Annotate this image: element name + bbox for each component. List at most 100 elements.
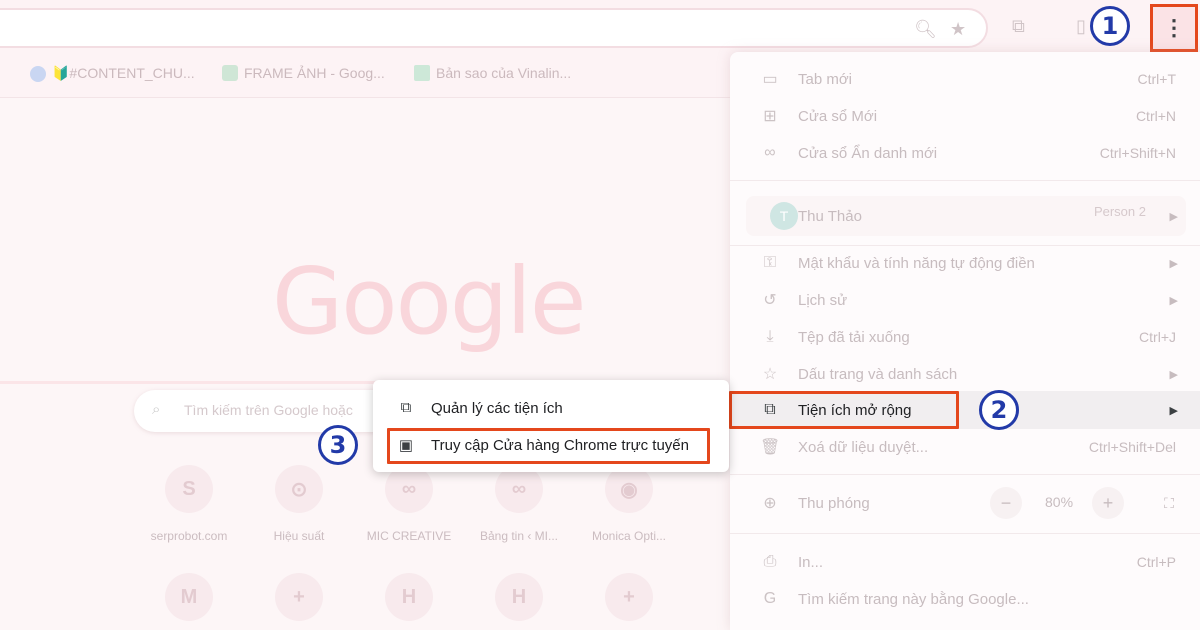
menu-shortcut: Ctrl+J xyxy=(1139,329,1176,345)
menu-item-new-window[interactable]: ⊞ Cửa sổ Mới Ctrl+N xyxy=(730,98,1200,134)
menu-item-zoom: ⊕ Thu phóng − 80% + ⛶ xyxy=(730,485,1200,521)
menu-item-downloads[interactable]: ⤓ Tệp đã tải xuống Ctrl+J xyxy=(730,319,1200,355)
menu-label: Lịch sử xyxy=(798,291,848,309)
shortcut-tile[interactable]: H xyxy=(469,573,569,621)
shortcut-tile[interactable]: ⊙ Hiệu suất xyxy=(249,465,349,543)
bookmark-item[interactable]: Bản sao của Vinalin... xyxy=(414,65,571,81)
bookmark-item[interactable]: FRAME ẢNH - Goog... xyxy=(222,65,385,81)
menu-separator xyxy=(730,533,1200,534)
chrome-menu-button[interactable]: ⋮ xyxy=(1150,4,1198,52)
menu-label: Tab mới xyxy=(798,70,853,88)
step-callout-3: 3 xyxy=(318,425,358,465)
plus-icon: + xyxy=(605,573,653,621)
chevron-right-icon: ▶ xyxy=(1169,257,1178,270)
menu-item-search-page[interactable]: G Tìm kiếm trang này bằng Google... xyxy=(730,581,1200,617)
shortcut-tile[interactable]: ◉ Monica Opti... xyxy=(579,465,679,543)
trash-icon: 🗑︎ xyxy=(760,439,781,456)
shortcut-tile[interactable]: + xyxy=(249,573,349,621)
search-placeholder: Tìm kiếm trên Google hoặc xyxy=(184,402,353,418)
chevron-right-icon: ▶ xyxy=(1169,294,1178,307)
shortcut-tile[interactable]: Sserprobot.com xyxy=(139,465,239,543)
menu-shortcut: Ctrl+T xyxy=(1137,71,1177,87)
zoom-icon: ⊕ xyxy=(763,495,777,512)
bookmark-item[interactable]: 🔰#CONTENT_CHU... xyxy=(30,65,195,82)
menu-shortcut: Ctrl+Shift+Del xyxy=(1088,439,1176,455)
avatar: T xyxy=(770,202,798,230)
menu-item-new-tab[interactable]: ▭ Tab mới Ctrl+T xyxy=(730,61,1200,97)
chevron-right-icon: ▶ xyxy=(1169,210,1178,223)
google-icon: G xyxy=(763,590,777,607)
star-icon: ☆ xyxy=(762,366,778,383)
shortcut-icon: H xyxy=(385,573,433,621)
zoom-icon[interactable]: 🔍︎ xyxy=(914,20,937,38)
menu-item-clear-data[interactable]: 🗑︎ Xoá dữ liệu duyệt... Ctrl+Shift+Del xyxy=(730,429,1200,465)
browser-toolbar: 🔍︎ ★ ⧉ ▯ xyxy=(0,0,1200,56)
address-bar[interactable]: 🔍︎ ★ xyxy=(0,8,988,48)
gmail-icon: M xyxy=(165,573,213,621)
menu-item-passwords[interactable]: ⚿ Mật khẩu và tính năng tự động điền ▶ xyxy=(730,245,1200,281)
menu-shortcut: Ctrl+N xyxy=(1135,108,1176,124)
highlight-box xyxy=(387,428,710,464)
profile-name: Thu Thảo xyxy=(798,207,862,225)
drive-icon xyxy=(222,65,238,81)
step-callout-1: 1 xyxy=(1090,6,1130,46)
chrome-main-menu: ▭ Tab mới Ctrl+T ⊞ Cửa sổ Mới Ctrl+N ∞ C… xyxy=(730,52,1200,630)
menu-item-print[interactable]: ⎙ In... Ctrl+P xyxy=(730,544,1200,580)
shortcut-tile[interactable]: M xyxy=(139,573,239,621)
new-tab-icon: ▭ xyxy=(762,71,778,88)
side-panel-icon[interactable]: ▯ xyxy=(1076,17,1086,35)
menu-item-incognito[interactable]: ∞ Cửa sổ Ẩn danh mới Ctrl+Shift+N xyxy=(730,135,1200,171)
zoom-in-button[interactable]: + xyxy=(1092,487,1124,519)
step-callout-2: 2 xyxy=(979,390,1019,430)
google-logo: Google xyxy=(272,248,586,355)
menu-item-profile[interactable]: T Thu Thảo Person 2 ▶ xyxy=(746,196,1186,236)
highlight-box xyxy=(729,391,959,429)
menu-label: Mật khẩu và tính năng tự động điền xyxy=(798,254,1035,272)
submenu-item-manage-extensions[interactable]: ⧉ Quản lý các tiện ích xyxy=(373,391,729,427)
menu-label: Tìm kiếm trang này bằng Google... xyxy=(798,590,1029,608)
bookmark-label: FRAME ẢNH - Goog... xyxy=(244,65,385,81)
shortcut-label: Monica Opti... xyxy=(591,529,667,543)
menu-label: Xoá dữ liệu duyệt... xyxy=(798,438,929,456)
fullscreen-icon[interactable]: ⛶ xyxy=(1153,487,1185,519)
shortcut-icon: ∞ xyxy=(495,465,543,513)
menu-item-history[interactable]: ↺ Lịch sử ▶ xyxy=(730,282,1200,318)
sheets-icon: + xyxy=(275,573,323,621)
shortcut-label: MIC CREATIVE xyxy=(366,529,452,543)
menu-label: Tệp đã tải xuống xyxy=(798,328,910,346)
shortcut-tile[interactable]: ∞ MIC CREATIVE xyxy=(359,465,459,543)
profile-badge: Person 2 xyxy=(1093,204,1146,219)
bookmark-label: 🔰#CONTENT_CHU... xyxy=(52,65,195,81)
incognito-icon: ∞ xyxy=(764,144,776,161)
shortcut-icon: ◉ xyxy=(605,465,653,513)
menu-label: Cửa sổ Ẩn danh mới xyxy=(798,144,938,162)
facebook-icon xyxy=(30,65,46,82)
key-icon: ⚿ xyxy=(763,254,777,271)
search-icon: ⌕ xyxy=(152,401,161,418)
download-icon: ⤓ xyxy=(766,328,774,345)
menu-label: Thu phóng xyxy=(798,494,870,512)
shortcut-tile[interactable]: H xyxy=(359,573,459,621)
extensions-puzzle-icon[interactable]: ⧉ xyxy=(1012,17,1025,35)
menu-label: Cửa sổ Mới xyxy=(798,107,878,125)
shortcut-icon: H xyxy=(495,573,543,621)
zoom-value: 80% xyxy=(1045,494,1074,510)
menu-item-bookmarks[interactable]: ☆ Dấu trang và danh sách ▶ xyxy=(730,356,1200,392)
new-window-icon: ⊞ xyxy=(763,108,777,125)
shortcut-label: serprobot.com xyxy=(150,529,228,543)
zoom-out-button[interactable]: − xyxy=(990,487,1022,519)
menu-separator xyxy=(730,180,1200,181)
menu-label: In... xyxy=(798,553,824,571)
submenu-label: Quản lý các tiện ích xyxy=(431,400,563,417)
shortcut-tile[interactable]: ∞ Bảng tin ‹ MI... xyxy=(469,465,569,543)
print-icon: ⎙ xyxy=(763,553,777,570)
extensions-puzzle-icon: ⧉ xyxy=(400,399,412,416)
menu-shortcut: Ctrl+Shift+N xyxy=(1099,145,1176,161)
shortcut-icon: ∞ xyxy=(385,465,433,513)
chevron-right-icon: ▶ xyxy=(1169,368,1178,381)
add-shortcut-button[interactable]: + xyxy=(579,573,679,621)
bookmark-star-icon[interactable]: ★ xyxy=(950,20,966,38)
menu-label: Dấu trang và danh sách xyxy=(798,365,958,383)
menu-separator xyxy=(730,474,1200,475)
shortcut-icon: S xyxy=(165,465,213,513)
